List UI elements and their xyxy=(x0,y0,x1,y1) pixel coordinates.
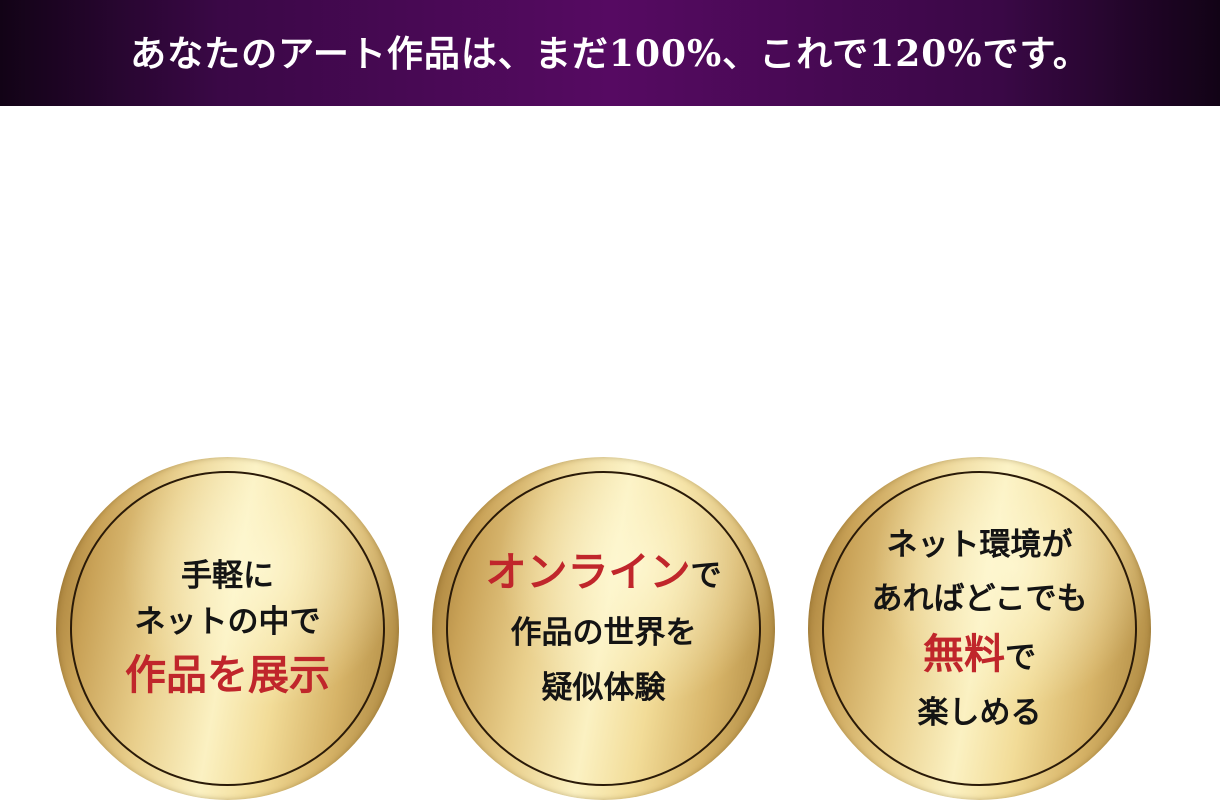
header-banner: あなたのアート作品は、まだ100%、これで120%です。 xyxy=(0,0,1220,106)
badge-line: オンラインで xyxy=(486,543,722,605)
badge-line: 疑似体験 xyxy=(541,669,666,706)
badge-text: オンラインで 作品の世界を 疑似体験 xyxy=(432,457,775,800)
badge-line-tail: で xyxy=(690,557,722,594)
badge-highlight: オンライン xyxy=(485,547,691,596)
badge-line: 作品の世界を xyxy=(510,614,697,651)
badge-line-tail: で xyxy=(1005,639,1036,676)
badge-line: ネット環境が xyxy=(886,526,1073,563)
badge-line: あればどこでも xyxy=(871,580,1088,617)
page-title: あなたのアート作品は、まだ100%、これで120%です。 xyxy=(130,33,1090,75)
badge-text: 手軽に ネットの中で 作品を展示 xyxy=(56,457,399,800)
feature-badge-online: オンラインで 作品の世界を 疑似体験 xyxy=(432,457,775,800)
badge-line: 手軽に xyxy=(181,557,274,594)
feature-badge-exhibit: 手軽に ネットの中で 作品を展示 xyxy=(56,457,399,800)
badge-line: 無料で xyxy=(923,626,1036,686)
badge-text: ネット環境が あればどこでも 無料で 楽しめる xyxy=(808,457,1151,800)
badge-highlight: 無料 xyxy=(923,629,1005,678)
badge-line: 楽しめる xyxy=(917,694,1042,731)
badge-line: ネットの中で xyxy=(134,603,321,640)
feature-badge-free: ネット環境が あればどこでも 無料で 楽しめる xyxy=(808,457,1151,800)
badge-highlight: 作品を展示 xyxy=(125,650,330,699)
